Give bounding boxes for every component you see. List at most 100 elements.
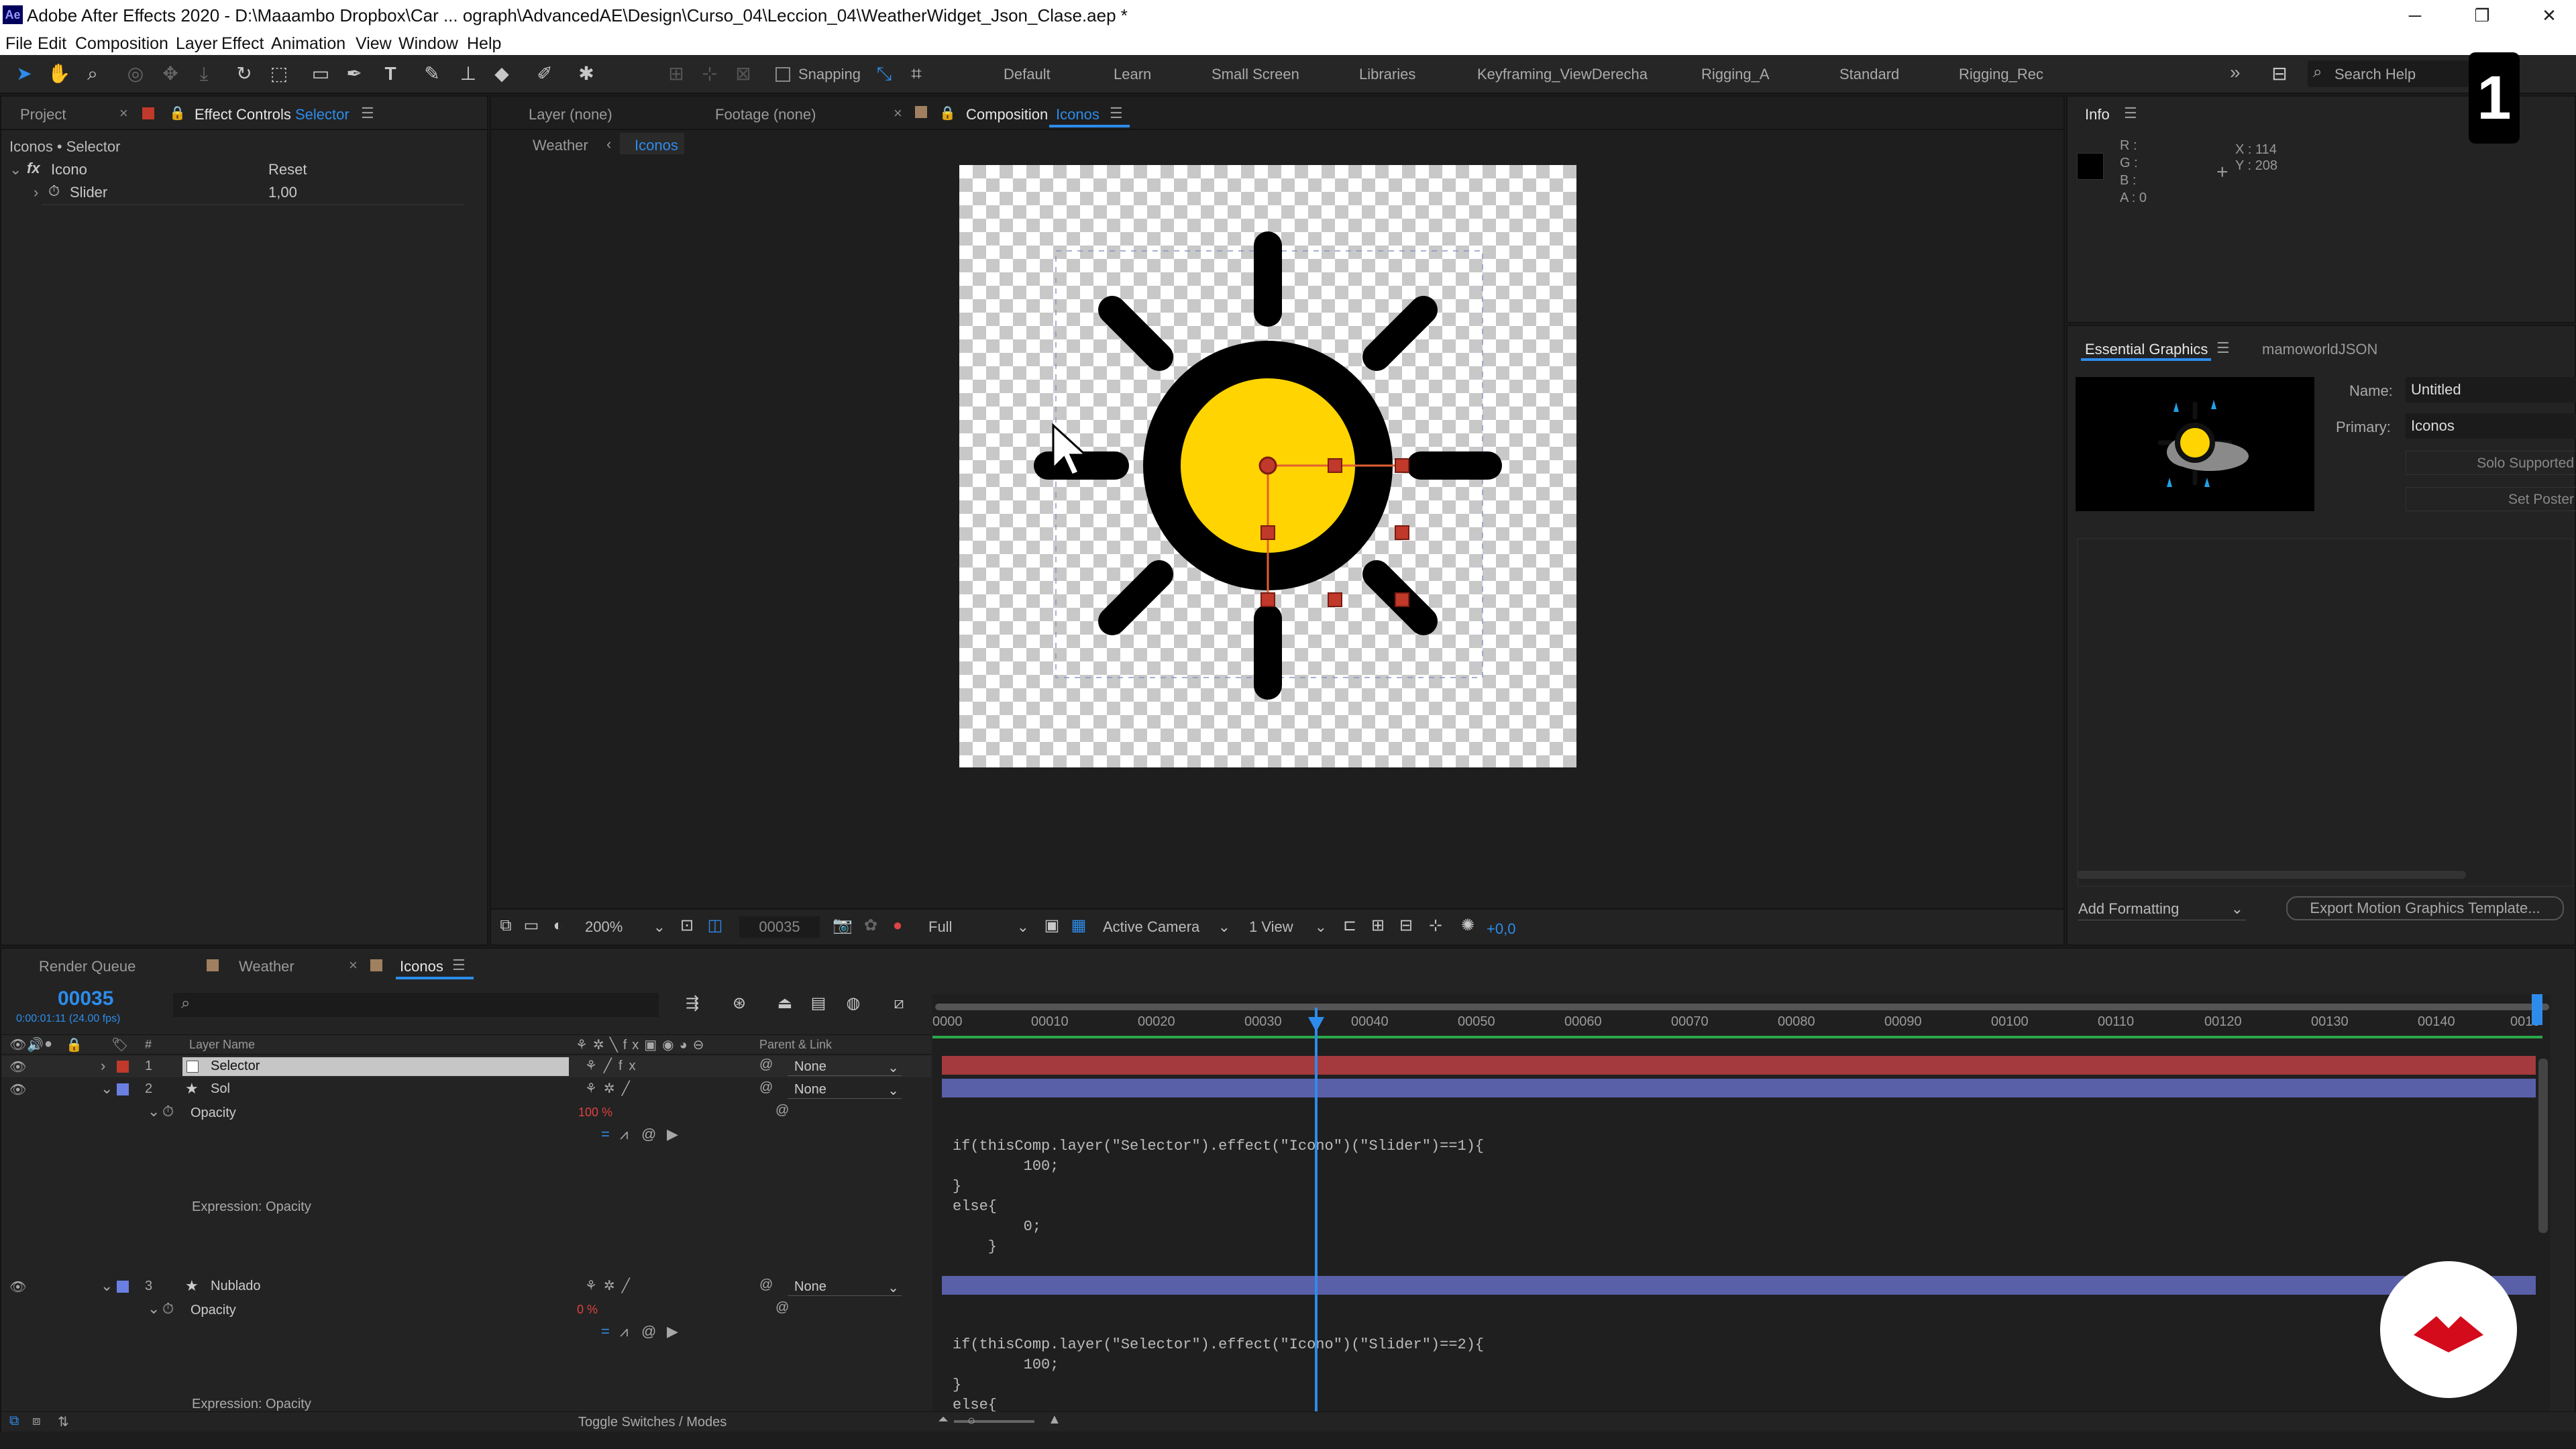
type-tool-icon[interactable]: T [378, 62, 402, 86]
tab-footage[interactable]: Footage (none) [715, 106, 816, 123]
workspace-rigging-rec[interactable]: Rigging_Rec [1959, 66, 2043, 83]
solo-supported-button[interactable]: Solo Supported [2406, 451, 2576, 475]
render-preview-icon[interactable]: ⊞ [1366, 914, 1390, 938]
world-axis-icon[interactable]: ⊹ [698, 62, 722, 86]
composition-canvas[interactable] [959, 165, 1576, 767]
menu-animation[interactable]: Animation [271, 34, 345, 54]
zoom-dropdown[interactable]: 200% ⌄ [585, 916, 665, 938]
clone-stamp-tool-icon[interactable]: ⊥ [456, 62, 480, 86]
snap-edges-icon[interactable]: ⤡ [872, 62, 896, 86]
primary-field[interactable]: Iconos [2406, 413, 2576, 439]
expression-pickwhip-icon[interactable]: @ [641, 1126, 656, 1143]
layer-name[interactable]: Nublado [211, 1279, 261, 1294]
tab-essential-graphics[interactable]: Essential Graphics [2085, 341, 2208, 358]
time-ruler[interactable]: 0000 00010 00020 00030 00040 00050 00060… [932, 1014, 2551, 1033]
parent-header[interactable]: Parent & Link [759, 1038, 832, 1052]
twirl-open-icon[interactable]: ⌄ [148, 1103, 160, 1120]
resolution-dropdown[interactable]: Full ⌄ [928, 916, 1029, 938]
tab-effect-controls-layer[interactable]: Selector [295, 106, 350, 123]
menu-layer[interactable]: Layer [176, 34, 218, 54]
fit-icon[interactable]: ⊡ [675, 914, 699, 938]
export-template-button[interactable]: Export Motion Graphics Template... [2286, 896, 2564, 920]
twirl-open-icon[interactable]: ⌄ [9, 161, 21, 178]
viewer-timecode[interactable]: 00035 [739, 916, 820, 938]
close-tab-icon[interactable]: × [349, 957, 358, 974]
expression-language-icon[interactable]: ▶ [667, 1126, 678, 1143]
current-time[interactable]: 00035 [58, 987, 113, 1010]
workspace-small-screen[interactable]: Small Screen [1212, 66, 1299, 83]
layer-row-3[interactable]: 👁 ⌄ 3 ★ Nublado ⚘✲╱ @ None ⌄ [1, 1276, 931, 1297]
puppet-tool-icon[interactable]: ✱ [574, 62, 598, 86]
draft-3d-icon[interactable]: ⊛ [727, 991, 751, 1016]
menu-window[interactable]: Window [398, 34, 458, 54]
twirl-closed-icon[interactable]: › [34, 184, 38, 201]
close-tab-icon[interactable]: × [894, 105, 902, 122]
twirl-open-icon[interactable]: ⌄ [101, 1080, 113, 1097]
breadcrumb-weather[interactable]: Weather [533, 137, 588, 154]
rotation-tool-icon[interactable]: ↻ [232, 62, 256, 86]
pickwhip-icon[interactable]: @ [759, 1277, 773, 1293]
hand-tool-icon[interactable]: ✋ [47, 62, 71, 86]
layer-switches[interactable]: ⚘✲╱ [585, 1277, 637, 1294]
stopwatch-icon[interactable]: ⏱ [48, 182, 60, 200]
enable-expression-icon[interactable]: = [601, 1126, 610, 1143]
local-axis-icon[interactable]: ⊞ [664, 62, 688, 86]
menu-composition[interactable]: Composition [75, 34, 168, 54]
menu-view[interactable]: View [356, 34, 392, 54]
layer-label-color[interactable] [117, 1061, 129, 1073]
layer-bar-nublado[interactable] [942, 1276, 2536, 1295]
name-field[interactable]: Untitled [2406, 377, 2576, 402]
brush-tool-icon[interactable]: ✎ [420, 62, 444, 86]
layer-switches[interactable]: ⚘✲╱ [585, 1080, 637, 1097]
mask-visibility-icon[interactable]: ◐ [546, 914, 570, 938]
fast-previews-icon[interactable]: ▣ [1040, 914, 1064, 938]
timeline-icon[interactable]: ⊟ [1394, 914, 1418, 938]
roto-brush-tool-icon[interactable]: ✐ [533, 62, 557, 86]
close-button[interactable]: ✕ [2522, 3, 2576, 28]
comp-flowchart-icon[interactable]: ⇶ [680, 991, 704, 1016]
label-icon[interactable]: 🏷 [111, 1036, 128, 1053]
slider-value[interactable]: 1,00 [268, 184, 297, 201]
transfer-controls-icon[interactable]: ⧈ [32, 1413, 41, 1429]
views-dropdown[interactable]: 1 View ⌄ [1249, 916, 1327, 938]
workspace-learn[interactable]: Learn [1114, 66, 1151, 83]
tab-weather[interactable]: Weather [239, 958, 294, 975]
lock-icon[interactable]: 🔒 [66, 1036, 83, 1053]
visibility-eye-icon[interactable]: 👁 [9, 1081, 26, 1098]
close-tab-icon[interactable]: × [119, 105, 128, 122]
menu-file[interactable]: File [5, 34, 32, 54]
layer-bar-sol[interactable] [942, 1079, 2536, 1097]
pickwhip-icon[interactable]: @ [759, 1057, 773, 1073]
snapshot-icon[interactable]: 📷 [830, 914, 855, 938]
search-help-field[interactable]: ⌕ Search Help [2308, 60, 2469, 87]
workspace-default[interactable]: Default [1004, 66, 1051, 83]
region-icon[interactable]: ◫ [703, 914, 727, 938]
maximize-button[interactable]: ❐ [2455, 3, 2509, 28]
panel-layout-icon[interactable]: ⊟ [2267, 62, 2292, 86]
layer-row-2[interactable]: 👁 ⌄ 2 ★ Sol ⚘✲╱ @ None ⌄ [1, 1079, 931, 1100]
twirl-open-icon[interactable]: ⌄ [101, 1277, 113, 1295]
tab-composition[interactable]: Composition [966, 106, 1048, 123]
zoom-out-icon[interactable]: ⏶ [938, 1412, 949, 1428]
tab-composition-name[interactable]: Iconos [1056, 106, 1099, 123]
monitor-icon[interactable]: ▭ [519, 914, 543, 938]
exposure-value[interactable]: +0,0 [1487, 920, 1515, 938]
pickwhip-icon[interactable]: @ [775, 1300, 789, 1316]
flowchart-icon[interactable]: ⊹ [1424, 914, 1448, 938]
stopwatch-icon[interactable]: ⏱ [162, 1300, 174, 1318]
menu-effect[interactable]: Effect [221, 34, 264, 54]
menu-help[interactable]: Help [467, 34, 501, 54]
eye-icon[interactable]: 👁 [9, 1036, 26, 1053]
layer-name[interactable]: Sol [211, 1081, 230, 1097]
layer-name[interactable]: Selector [211, 1059, 260, 1074]
layer-name-header[interactable]: Layer Name [189, 1038, 255, 1052]
twirl-closed-icon[interactable]: › [101, 1057, 105, 1075]
stopwatch-icon[interactable]: ⏱ [162, 1103, 174, 1120]
parent-dropdown[interactable]: None ⌄ [788, 1057, 902, 1076]
graph-editor-icon[interactable]: ⧄ [887, 991, 911, 1016]
pan-camera-icon[interactable]: ✥ [158, 62, 182, 86]
tab-effect-controls[interactable]: Effect Controls [195, 106, 291, 123]
timeline-track-area[interactable]: 0000 00010 00020 00030 00040 00050 00060… [932, 994, 2551, 1434]
layer-label-color[interactable] [117, 1083, 129, 1095]
breadcrumb-iconos[interactable]: Iconos [635, 137, 678, 154]
